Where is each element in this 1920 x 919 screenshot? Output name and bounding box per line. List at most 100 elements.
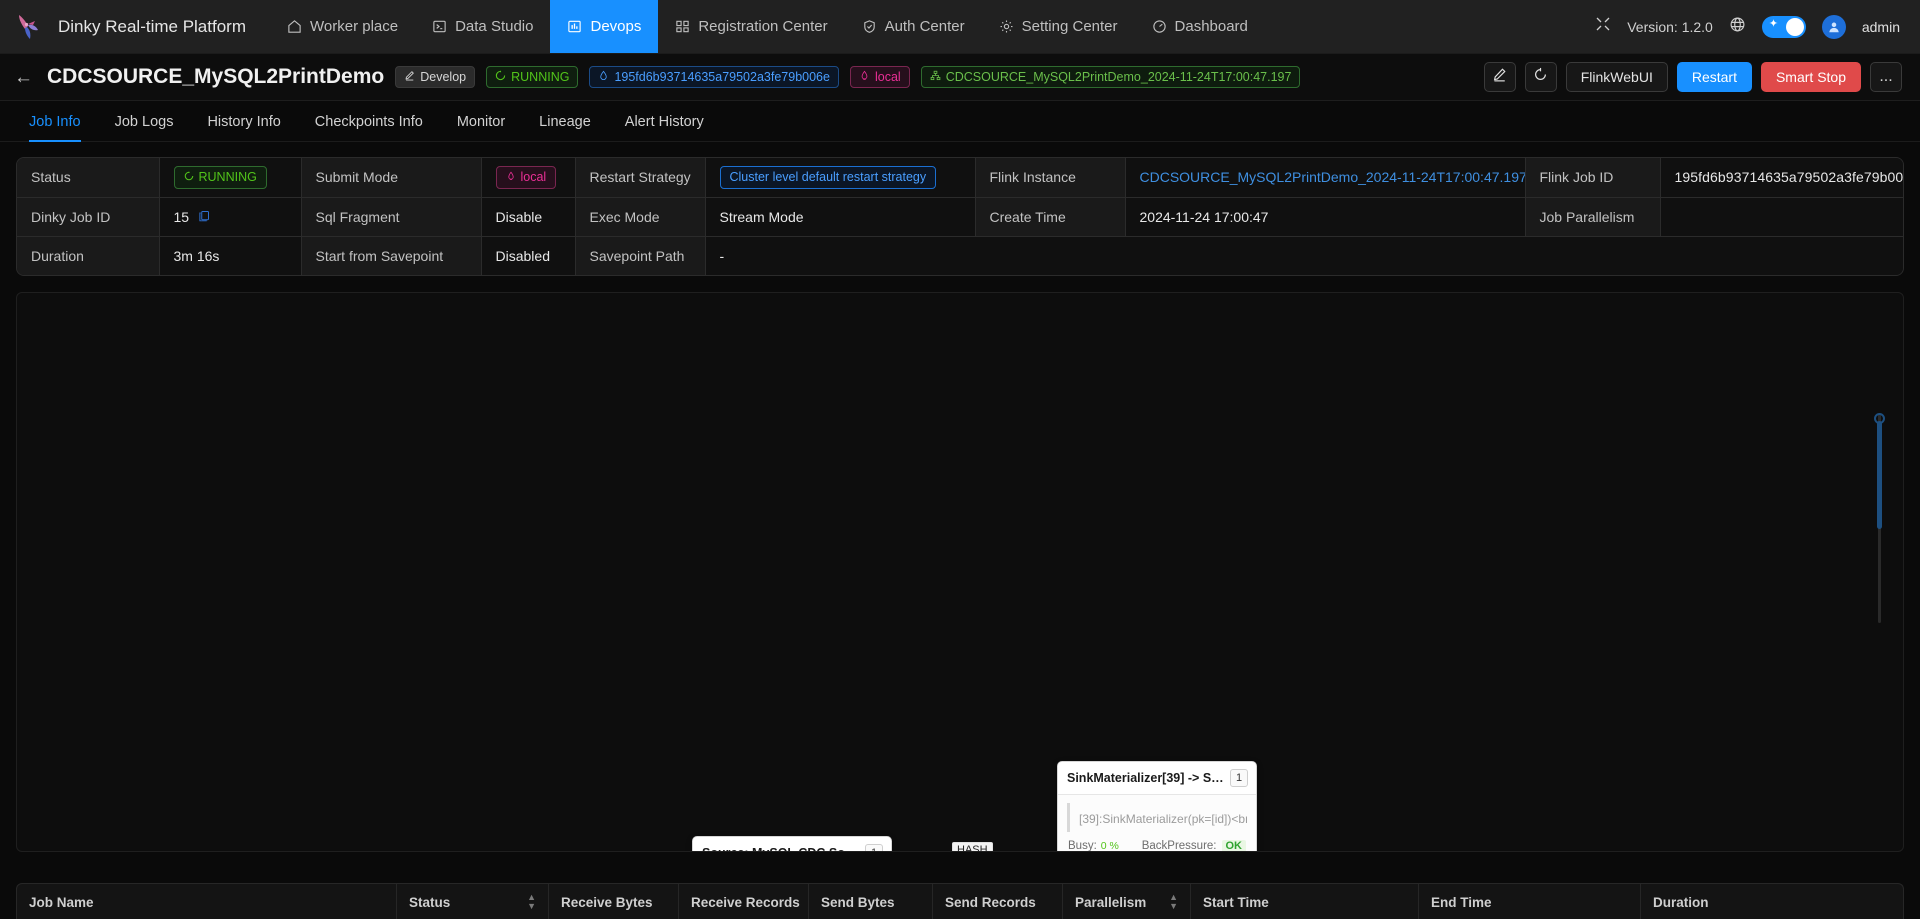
cell-flink-instance-value: CDCSOURCE_MySQL2PrintDemo_2024-11-24T17:… [1125, 158, 1525, 197]
spinner-icon [495, 70, 506, 84]
nav-item-label: Registration Center [698, 18, 827, 35]
tag-flink-instance[interactable]: CDCSOURCE_MySQL2PrintDemo_2024-11-24T17:… [921, 66, 1301, 88]
column-label: Send Records [945, 895, 1036, 910]
cell-job-parallelism-value [1660, 197, 1903, 236]
column-label: Status [409, 895, 450, 910]
job-dag-panel[interactable]: HASH HASH Source: MySQL CDC Source ... 1… [16, 292, 1904, 852]
status-badge: RUNNING [486, 66, 578, 88]
column-label: Start Time [1203, 895, 1269, 910]
top-navigation-bar: Dinky Real-time Platform Worker place Da… [0, 0, 1920, 54]
app-logo[interactable] [0, 0, 58, 53]
tag-cluster-type[interactable]: local [850, 66, 910, 88]
column-header-parallelism[interactable]: Parallelism▲▼ [1063, 884, 1191, 919]
tab-lineage[interactable]: Lineage [522, 114, 608, 141]
job-header-bar: ← CDCSOURCE_MySQL2PrintDemo Develop RUNN… [0, 54, 1920, 101]
more-options-button[interactable]: ... [1870, 62, 1902, 92]
table-row: Status RUNNING Submit Mode [17, 158, 1903, 197]
cell-duration-label: Duration [17, 236, 159, 275]
tab-job-info[interactable]: Job Info [12, 114, 98, 141]
column-label: End Time [1431, 895, 1492, 910]
nav-item-setting-center[interactable]: Setting Center [982, 0, 1135, 53]
column-header-status[interactable]: Status ▲▼ [397, 884, 549, 919]
tab-job-logs[interactable]: Job Logs [98, 114, 191, 141]
restart-button[interactable]: Restart [1677, 62, 1752, 92]
copy-icon[interactable] [198, 210, 210, 225]
cluster-icon [930, 70, 941, 84]
tab-history-info[interactable]: History Info [190, 114, 297, 141]
column-label: Job Name [29, 895, 94, 910]
tab-checkpoints-info[interactable]: Checkpoints Info [298, 114, 440, 141]
cell-job-parallelism-label: Job Parallelism [1525, 197, 1660, 236]
tag-flink-job-id-label: 195fd6b93714635a79502a3fe79b006e [614, 70, 830, 84]
nav-item-data-studio[interactable]: Data Studio [415, 0, 550, 53]
cell-flink-job-id-value: 195fd6b93714635a79502a3fe79b006e [1660, 158, 1903, 197]
user-name-label[interactable]: admin [1862, 19, 1900, 35]
tag-flink-job-id[interactable]: 195fd6b93714635a79502a3fe79b006e [589, 66, 839, 88]
column-header-receive-bytes[interactable]: Receive Bytes [549, 884, 679, 919]
cell-savepoint-path-value: - [705, 236, 1903, 275]
back-arrow-icon[interactable]: ← [14, 68, 47, 87]
cell-exec-mode-value: Stream Mode [705, 197, 975, 236]
column-header-send-bytes[interactable]: Send Bytes [809, 884, 933, 919]
column-label: Send Bytes [821, 895, 895, 910]
column-header-receive-records[interactable]: Receive Records [679, 884, 809, 919]
edit-icon [1492, 67, 1507, 87]
cell-create-time-value: 2024-11-24 17:00:47 [1125, 197, 1525, 236]
column-header-duration[interactable]: Duration [1641, 884, 1821, 919]
edit-pencil-icon [404, 70, 415, 84]
language-globe-icon[interactable] [1729, 16, 1746, 38]
sort-arrows-icon[interactable]: ▲▼ [513, 893, 536, 911]
flink-squirrel-icon [506, 170, 516, 184]
gear-icon [999, 19, 1014, 34]
column-header-job-name[interactable]: Job Name [17, 884, 397, 919]
sort-arrows-icon[interactable]: ▲▼ [1155, 893, 1178, 911]
tab-monitor[interactable]: Monitor [440, 114, 522, 141]
dag-node-sink-materializer-39[interactable]: SinkMaterializer[39] -> Sink... 1 [39]:S… [1057, 761, 1257, 852]
cell-create-time-label: Create Time [975, 197, 1125, 236]
nav-item-auth-center[interactable]: Auth Center [845, 0, 982, 53]
column-header-send-records[interactable]: Send Records [933, 884, 1063, 919]
job-detail-tabs: Job Info Job Logs History Info Checkpoin… [0, 101, 1920, 142]
restart-strategy-pill: Cluster level default restart strategy [720, 166, 937, 189]
avatar[interactable] [1822, 15, 1846, 39]
smart-stop-button[interactable]: Smart Stop [1761, 62, 1861, 92]
toggle-knob [1786, 18, 1804, 36]
ellipsis-icon: ... [1879, 68, 1892, 86]
refresh-button[interactable] [1525, 62, 1557, 92]
fullscreen-icon[interactable] [1595, 16, 1611, 37]
nav-item-label: Worker place [310, 18, 398, 35]
cell-status-label: Status [17, 158, 159, 197]
theme-toggle-switch[interactable]: ✦ [1762, 16, 1806, 38]
dinky-job-id-value: 15 [174, 209, 190, 225]
cell-restart-strategy-label: Restart Strategy [575, 158, 705, 197]
nav-item-label: Data Studio [455, 18, 533, 35]
spinner-icon [184, 170, 194, 184]
edit-button[interactable] [1484, 62, 1516, 92]
dag-zoom-slider-handle[interactable] [1874, 413, 1885, 424]
column-header-start-time[interactable]: Start Time [1191, 884, 1419, 919]
status-pill: RUNNING [174, 166, 267, 189]
cell-submit-mode-label: Submit Mode [301, 158, 481, 197]
cell-dinky-job-id-value: 15 [159, 197, 301, 236]
nav-item-registration-center[interactable]: Registration Center [658, 0, 844, 53]
submit-mode-pill: local [496, 166, 557, 189]
job-info-table: Status RUNNING Submit Mode [16, 157, 1904, 276]
sparkle-icon: ✦ [1769, 19, 1778, 30]
home-icon [287, 19, 302, 34]
tag-develop[interactable]: Develop [395, 66, 475, 88]
dashboard-icon [1152, 19, 1167, 34]
nav-item-worker-place[interactable]: Worker place [270, 0, 415, 53]
tab-alert-history[interactable]: Alert History [608, 114, 721, 141]
nav-item-devops[interactable]: Devops [550, 0, 658, 53]
cell-savepoint-path-label: Savepoint Path [575, 236, 705, 275]
dag-node-source[interactable]: Source: MySQL CDC Source ... 1 Source: M… [692, 836, 892, 852]
flink-instance-link[interactable]: CDCSOURCE_MySQL2PrintDemo_2024-11-24T17:… [1140, 169, 1526, 185]
column-header-end-time[interactable]: End Time [1419, 884, 1641, 919]
nav-item-dashboard[interactable]: Dashboard [1135, 0, 1265, 53]
cell-submit-mode-value: local [481, 158, 575, 197]
busy-value: 0 % [1101, 840, 1119, 852]
flink-web-ui-button[interactable]: FlinkWebUI [1566, 62, 1668, 92]
cell-flink-job-id-label: Flink Job ID [1525, 158, 1660, 197]
cell-duration-value: 3m 16s [159, 236, 301, 275]
nav-item-label: Devops [590, 18, 641, 35]
